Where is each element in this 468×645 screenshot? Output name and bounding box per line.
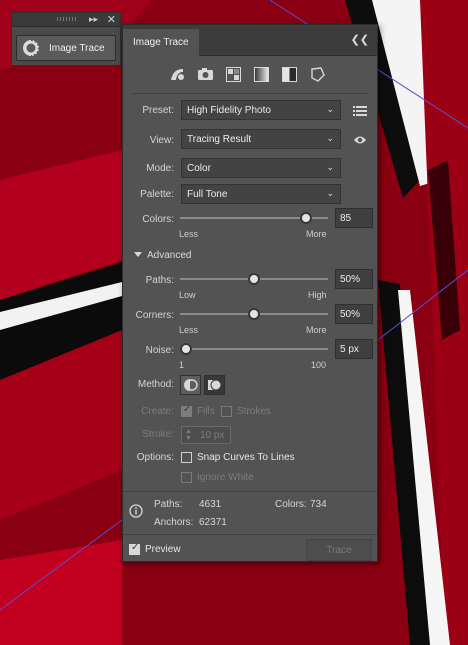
advanced-toggle[interactable]: Advanced xyxy=(134,250,191,261)
colors-field[interactable]: 85 xyxy=(335,208,373,228)
low-color-icon[interactable] xyxy=(225,66,242,83)
stroke-stepper[interactable]: ▲ ▼ 10 px xyxy=(181,426,231,444)
paths-field[interactable]: 50% xyxy=(335,269,373,289)
mode-select[interactable]: Color ⌄ xyxy=(181,158,341,178)
corners-slider[interactable] xyxy=(180,308,328,320)
divider xyxy=(123,534,377,535)
stroke-label: Stroke: xyxy=(142,429,174,440)
chevron-down-icon: ⌄ xyxy=(326,188,334,198)
auto-color-icon[interactable] xyxy=(169,66,186,83)
stats-anchors-value: 62371 xyxy=(199,517,227,528)
dock-button-label: Image Trace xyxy=(49,42,105,54)
view-select[interactable]: Tracing Result ⌄ xyxy=(181,129,341,149)
colors-max-label: More xyxy=(306,229,327,239)
image-trace-panel: Image Trace ❮❮ Preset: High Fidelity Pho… xyxy=(122,24,378,562)
trace-button[interactable]: Trace xyxy=(306,539,372,561)
palette-label: Palette: xyxy=(140,189,174,200)
triangle-down-icon xyxy=(134,252,142,257)
outline-icon[interactable] xyxy=(309,66,326,83)
strokes-checkbox[interactable] xyxy=(221,406,232,417)
noise-min-label: 1 xyxy=(179,360,185,370)
colors-slider[interactable] xyxy=(180,212,328,224)
slider-track xyxy=(180,348,328,350)
stats-colors-label: Colors: xyxy=(275,499,307,510)
abutting-method-button[interactable] xyxy=(180,375,201,395)
close-icon[interactable]: ✕ xyxy=(107,13,116,26)
paths-min-label: Low xyxy=(179,290,196,300)
divider xyxy=(123,491,377,492)
dock-title-bar[interactable]: ▸▸ ✕ xyxy=(12,13,120,27)
grayscale-icon[interactable] xyxy=(253,66,270,83)
black-white-icon[interactable] xyxy=(281,66,298,83)
collapsed-panel-dock: ▸▸ ✕ Image Trace xyxy=(11,12,121,66)
double-chevron-right-icon[interactable]: ▸▸ xyxy=(89,14,98,25)
colors-min-label: Less xyxy=(179,229,199,239)
preview-checkbox[interactable]: ✓ xyxy=(129,542,140,555)
create-label: Create: xyxy=(141,406,174,417)
strokes-label: Strokes xyxy=(237,406,271,417)
stroke-value: 10 px xyxy=(200,430,225,441)
noise-field[interactable]: 5 px xyxy=(335,339,373,359)
corners-min-label: Less xyxy=(179,325,199,335)
preset-icon-row xyxy=(169,66,326,83)
fills-checkbox[interactable]: ✓ xyxy=(181,404,192,417)
preview-label: Preview xyxy=(145,544,181,555)
panel-tab-bar: Image Trace ❮❮ xyxy=(123,25,377,56)
slider-thumb[interactable] xyxy=(248,308,260,320)
mode-label: Mode: xyxy=(146,163,174,174)
fills-label: Fills xyxy=(197,406,215,417)
image-trace-icon xyxy=(23,39,40,57)
list-menu-icon[interactable] xyxy=(353,105,367,117)
stepper-arrows-icon[interactable]: ▲ ▼ xyxy=(185,428,192,442)
ignore-white-label: Ignore White xyxy=(197,472,254,483)
colors-label: Colors: xyxy=(142,214,174,225)
chevron-down-icon: ⌄ xyxy=(326,104,334,114)
ignore-white-checkbox[interactable] xyxy=(181,472,192,483)
check-icon: ✓ xyxy=(183,404,192,415)
slider-thumb[interactable] xyxy=(299,212,312,224)
chevron-down-icon: ⌄ xyxy=(326,133,334,143)
corners-label: Corners: xyxy=(135,310,174,321)
stats-paths-value: 4631 xyxy=(199,499,222,510)
snap-curves-label: Snap Curves To Lines xyxy=(197,452,295,463)
options-label: Options: xyxy=(136,452,174,463)
noise-max-label: 100 xyxy=(311,360,327,370)
paths-label: Paths: xyxy=(145,275,174,286)
check-icon: ✓ xyxy=(131,542,140,553)
high-color-icon[interactable] xyxy=(197,66,214,83)
stats-anchors-label: Anchors: xyxy=(154,517,194,528)
snap-curves-checkbox[interactable] xyxy=(181,452,192,463)
palette-select[interactable]: Full Tone ⌄ xyxy=(181,184,341,204)
overlapping-method-button[interactable] xyxy=(204,375,225,395)
corners-max-label: More xyxy=(306,325,327,335)
preset-select[interactable]: High Fidelity Photo ⌄ xyxy=(181,100,341,120)
double-chevron-left-icon[interactable]: ❮❮ xyxy=(351,33,369,46)
drag-grip[interactable] xyxy=(57,17,77,21)
advanced-label: Advanced xyxy=(147,250,192,261)
preset-label: Preset: xyxy=(142,105,174,116)
paths-max-label: High xyxy=(308,290,327,300)
noise-label: Noise: xyxy=(145,345,174,356)
chevron-down-icon: ⌄ xyxy=(326,162,334,172)
stats-colors-value: 734 xyxy=(310,499,327,510)
tab-image-trace[interactable]: Image Trace xyxy=(123,29,199,56)
slider-thumb[interactable] xyxy=(248,273,260,285)
corners-field[interactable]: 50% xyxy=(335,304,373,324)
palette-value: Full Tone xyxy=(187,189,228,200)
paths-slider[interactable] xyxy=(180,273,328,285)
abutting-method-icon xyxy=(184,379,198,391)
slider-thumb[interactable] xyxy=(179,343,192,355)
info-icon xyxy=(129,504,143,518)
image-trace-dock-button[interactable]: Image Trace xyxy=(16,35,116,61)
method-label: Method: xyxy=(137,379,174,390)
overlapping-method-icon xyxy=(208,379,222,391)
divider xyxy=(132,93,368,94)
mode-value: Color xyxy=(187,163,211,174)
eye-icon[interactable] xyxy=(353,134,367,146)
stats-paths-label: Paths: xyxy=(154,499,183,510)
preset-value: High Fidelity Photo xyxy=(187,105,271,116)
noise-slider[interactable] xyxy=(179,343,328,355)
view-label: View: xyxy=(149,135,174,146)
view-value: Tracing Result xyxy=(187,134,252,145)
